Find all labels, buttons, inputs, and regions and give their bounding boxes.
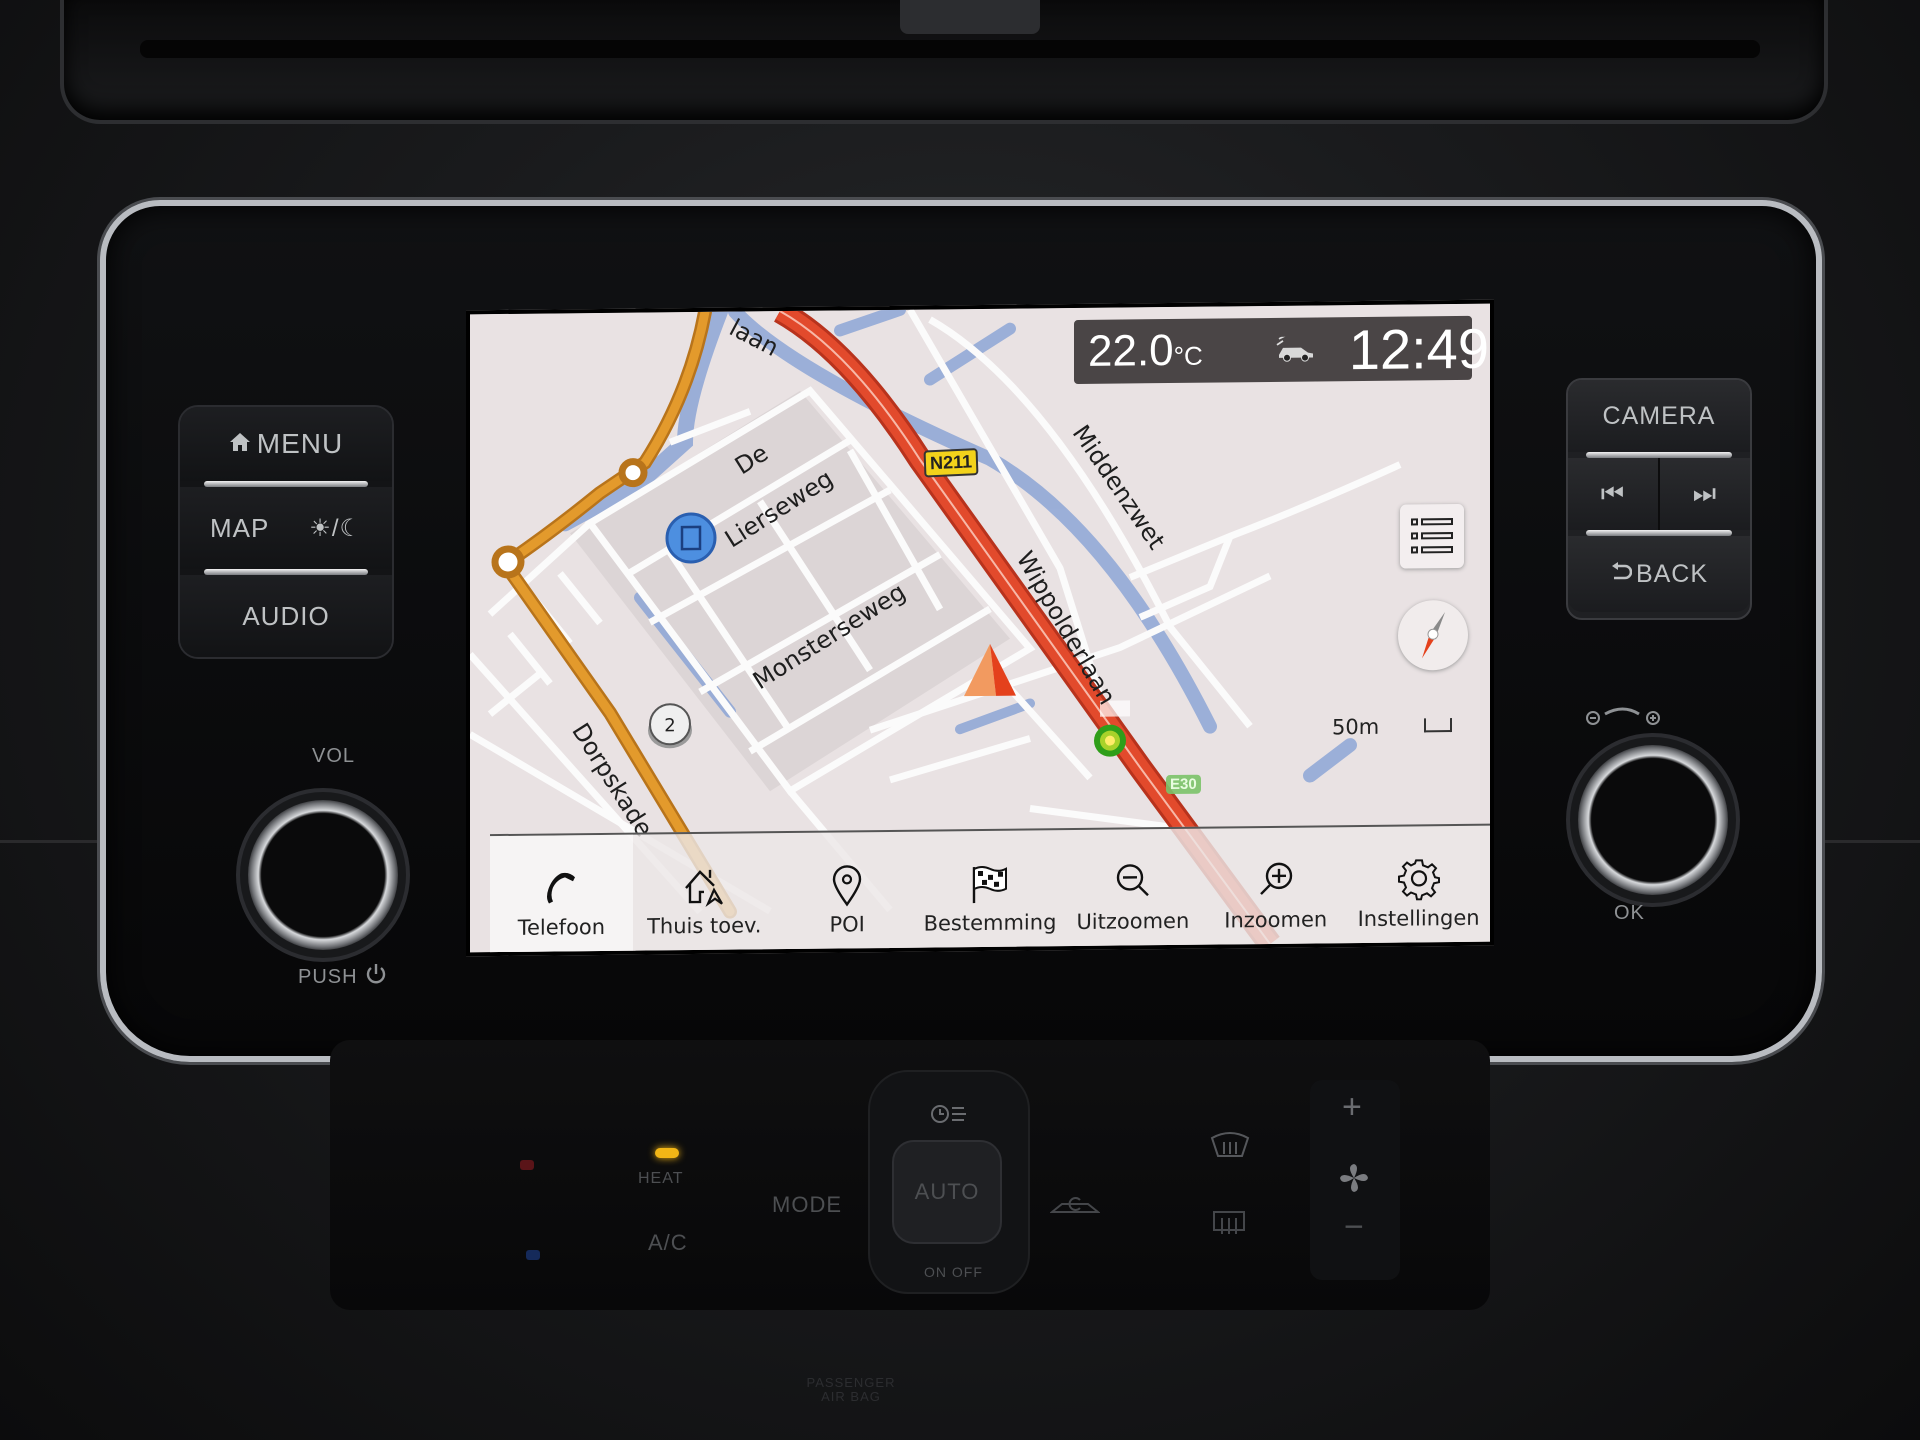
climate-control-panel: HEAT A/C MODE AUTO ON OFF + − [330, 1040, 1490, 1310]
compass-icon [1422, 612, 1445, 659]
toolbar-poi[interactable]: POI [776, 832, 919, 951]
bottom-toolbar: Telefoon Thuis toev. POI Bestemming Uitz… [490, 823, 1490, 955]
phone-icon [547, 872, 576, 904]
toolbar-thuis-toevoegen[interactable]: Thuis toev. [633, 833, 776, 952]
vent-control-tab[interactable] [900, 0, 1040, 34]
volume-knob[interactable] [248, 800, 398, 950]
rear-defog-timer-icon [930, 1102, 970, 1130]
road-shield-e30: E30 [1166, 774, 1201, 795]
status-bar: 22.0°C 12:49 [1074, 315, 1489, 385]
ac-button[interactable]: A/C [648, 1230, 688, 1256]
toolbar-bestemming[interactable]: Bestemming [919, 830, 1062, 949]
fan-increase-button[interactable]: + [1342, 1088, 1363, 1127]
toolbar-inzoomen[interactable]: Inzoomen [1204, 827, 1347, 946]
roundabout [618, 458, 648, 488]
poi-marker-building [665, 512, 717, 564]
passenger-airbag-indicator: PASSENGER AIR BAG [806, 1375, 896, 1404]
toolbar-label: Inzoomen [1224, 907, 1328, 933]
connected-car-icon [1275, 335, 1315, 362]
map-pin-icon [832, 865, 862, 907]
toolbar-instellingen[interactable]: Instellingen [1347, 826, 1490, 945]
map-scale-bar [1424, 718, 1452, 733]
gear-icon [1397, 859, 1440, 901]
poi-cluster-count: 2 [664, 715, 675, 736]
rear-defrost-icon [1213, 1211, 1245, 1234]
map-button-label: MAP [210, 512, 270, 543]
temperature-value: 22.0 [1088, 325, 1174, 376]
clock: 12:49 [1348, 316, 1489, 381]
push-power-label: PUSH [298, 962, 388, 992]
recirculation-icon [1049, 1197, 1101, 1213]
fan-speed-control: + − [1310, 1080, 1400, 1280]
front-defrost-button[interactable] [1170, 1110, 1290, 1190]
home-add-icon [685, 869, 724, 908]
day-night-icon: ☀/☾ [309, 514, 362, 542]
menu-button-label: MENU [256, 428, 344, 459]
heat-led [655, 1148, 679, 1158]
temperature-unit: °C [1173, 340, 1203, 371]
compass-button[interactable] [1398, 599, 1468, 671]
push-label: PUSH [298, 965, 358, 988]
zoom-direction-indicator [1583, 704, 1663, 736]
tune-ok-knob[interactable] [1578, 745, 1728, 895]
rear-defrost-button[interactable] [1170, 1200, 1290, 1280]
temp-up-indicator [520, 1160, 534, 1170]
toolbar-uitzoomen[interactable]: Uitzoomen [1061, 829, 1204, 948]
toolbar-label: Instellingen [1357, 905, 1480, 932]
mode-button[interactable]: MODE [772, 1192, 842, 1218]
power-icon [364, 962, 388, 992]
navigation-screen[interactable]: 2 laan De Lierseweg Monsterseweg Middenz… [466, 299, 1494, 957]
auto-button[interactable]: AUTO [892, 1140, 1002, 1244]
map-button[interactable]: MAP ☀/☾ [180, 487, 392, 569]
toolbar-label: Bestemming [923, 910, 1057, 936]
right-button-panel: CAMERA ⏮ ⏭ BACK [1566, 378, 1752, 620]
menu-button[interactable]: MENU [180, 407, 392, 481]
roundabout [491, 545, 525, 579]
fan-decrease-button[interactable]: − [1344, 1208, 1365, 1247]
on-off-label: ON OFF [924, 1264, 983, 1280]
checkered-flag-icon [972, 865, 1007, 904]
audio-button-label: AUDIO [242, 600, 330, 631]
ok-label: OK [1614, 902, 1645, 924]
front-defrost-icon [1210, 1132, 1250, 1157]
back-button[interactable]: BACK [1568, 536, 1750, 612]
previous-track-icon: ⏮ [1600, 478, 1626, 508]
zoom-in-icon [1259, 862, 1292, 895]
map-scale-label: 50m [1332, 714, 1380, 740]
toolbar-label: Telefoon [517, 914, 606, 940]
camera-button-label: CAMERA [1602, 401, 1716, 430]
next-track-button[interactable]: ⏭ [1660, 458, 1750, 530]
recirculation-button[interactable] [1030, 1160, 1150, 1250]
auto-button-label: AUTO [914, 1179, 980, 1204]
vol-label: VOL [312, 745, 356, 767]
toolbar-label: Thuis toev. [647, 913, 762, 939]
route-list-button[interactable] [1400, 503, 1464, 569]
back-button-label: BACK [1635, 559, 1709, 588]
temp-down-indicator [526, 1250, 540, 1260]
list-icon [1411, 518, 1453, 554]
camera-button[interactable]: CAMERA [1568, 380, 1750, 452]
zoom-out-icon [1116, 864, 1149, 897]
air-vent-slot [140, 40, 1760, 58]
fan-icon [1338, 1162, 1370, 1198]
toolbar-telefoon[interactable]: Telefoon [490, 834, 633, 955]
audio-button[interactable]: AUDIO [180, 575, 392, 657]
left-button-panel: MENU MAP ☀/☾ AUDIO [178, 405, 394, 659]
previous-track-button[interactable]: ⏮ [1568, 458, 1660, 530]
poi-cluster: 2 [648, 703, 692, 749]
toolbar-label: Uitzoomen [1076, 908, 1190, 934]
home-icon [229, 428, 251, 460]
toolbar-label: POI [829, 912, 865, 937]
back-arrow-icon [1610, 560, 1633, 589]
heat-button[interactable]: HEAT [638, 1170, 683, 1188]
outside-temperature: 22.0°C [1088, 326, 1203, 377]
next-track-icon: ⏭ [1692, 478, 1718, 508]
road-shield-n211: N211 [923, 448, 979, 478]
